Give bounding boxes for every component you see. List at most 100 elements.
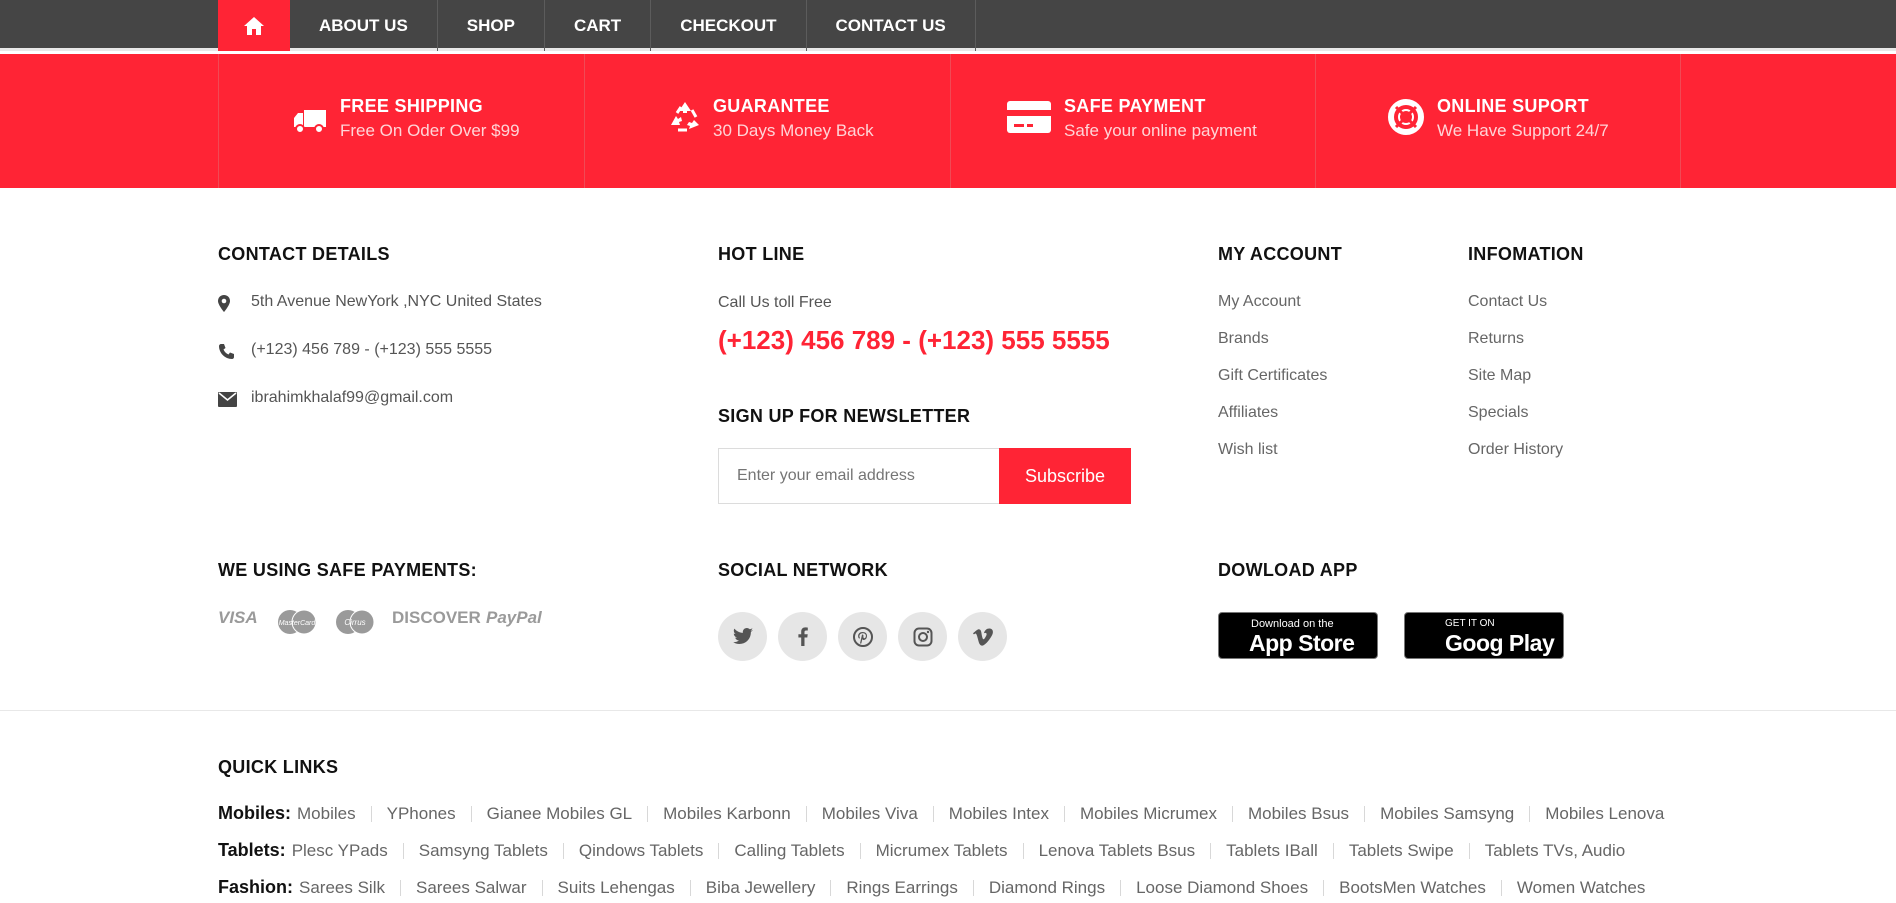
cirrus-logo: Cirrus	[334, 609, 376, 640]
quick-links-tablets: Tablets: Plesc YPads Samsyng Tablets Qin…	[218, 840, 1640, 861]
link-contact-us[interactable]: Contact Us	[1468, 293, 1547, 311]
top-navigation: ABOUT US SHOP CART CHECKOUT CONTACT US	[0, 0, 1896, 51]
instagram-button[interactable]	[898, 612, 947, 661]
social-title: SOCIAL NETWORK	[718, 560, 888, 580]
quick-link[interactable]: Calling Tablets	[718, 842, 859, 859]
feature-title: GUARANTEE	[713, 96, 830, 116]
feature-guarantee: GUARANTEE 30 Days Money Back	[584, 54, 950, 188]
quick-link[interactable]: Mobiles Viva	[805, 805, 933, 822]
discover-logo: DISCOVER	[392, 608, 481, 627]
contact-email[interactable]: ibrahimkhalaf99@gmail.com	[218, 389, 453, 407]
recycle-icon	[671, 102, 699, 132]
quick-link[interactable]: YPhones	[370, 805, 471, 822]
quick-link[interactable]: Mobiles Intex	[932, 805, 1064, 822]
hotline-number[interactable]: (+123) 456 789 - (+123) 555 5555	[718, 325, 1110, 356]
quick-link[interactable]: Mobiles Karbonn	[647, 805, 806, 822]
quick-links-category: Tablets:	[218, 840, 286, 860]
link-brands[interactable]: Brands	[1218, 330, 1269, 348]
quick-link[interactable]: BootsMen Watches	[1323, 879, 1501, 896]
link-order-history[interactable]: Order History	[1468, 441, 1563, 459]
link-my-account[interactable]: My Account	[1218, 293, 1301, 311]
lifebuoy-icon	[1388, 99, 1424, 135]
quick-link[interactable]: Diamond Rings	[972, 879, 1120, 896]
nav-contact-us[interactable]: CONTACT US	[807, 0, 976, 51]
mastercard-logo: MasterCard	[276, 609, 318, 640]
address-text: 5th Avenue NewYork ,NYC United States	[251, 293, 542, 310]
feature-subtitle: 30 Days Money Back	[713, 121, 874, 140]
quick-link[interactable]: Plesc YPads	[292, 842, 403, 859]
twitter-icon	[732, 628, 753, 644]
feature-title: SAFE PAYMENT	[1064, 96, 1206, 116]
quick-link[interactable]: Lenova Tablets Bsus	[1022, 842, 1211, 859]
main-menu: ABOUT US SHOP CART CHECKOUT CONTACT US	[290, 0, 976, 51]
quick-link[interactable]: Loose Diamond Shoes	[1120, 879, 1323, 896]
map-marker-icon	[218, 295, 230, 312]
nav-about-us[interactable]: ABOUT US	[290, 0, 438, 51]
link-specials[interactable]: Specials	[1468, 404, 1528, 422]
quick-link[interactable]: Suits Lehengas	[541, 879, 690, 896]
app-store-small-text: Download on the	[1251, 618, 1334, 630]
quick-link[interactable]: Samsyng Tablets	[402, 842, 563, 859]
pinterest-button[interactable]	[838, 612, 887, 661]
google-play-big-text: Goog Play	[1445, 630, 1555, 656]
subscribe-button[interactable]: Subscribe	[999, 448, 1131, 504]
facebook-button[interactable]	[778, 612, 827, 661]
pinterest-icon	[852, 626, 873, 647]
quick-link[interactable]: Mobiles Samsyng	[1364, 805, 1529, 822]
google-play-small-text: GET IT ON	[1445, 618, 1495, 629]
link-affiliates[interactable]: Affiliates	[1218, 404, 1278, 422]
nav-shop[interactable]: SHOP	[438, 0, 545, 51]
quick-link[interactable]: Qindows Tablets	[562, 842, 718, 859]
truck-icon	[294, 110, 326, 134]
payments-title: WE USING SAFE PAYMENTS:	[218, 560, 477, 580]
feature-subtitle: Free On Oder Over $99	[340, 121, 520, 140]
quick-link[interactable]: Mobiles Bsus	[1231, 805, 1364, 822]
quick-link[interactable]: Sarees Silk	[299, 879, 400, 896]
section-divider	[0, 710, 1896, 711]
hotline-label: Call Us toll Free	[718, 294, 832, 311]
feature-online-support: ONLINE SUPORT We Have Support 24/7	[1315, 54, 1681, 188]
quick-link[interactable]: Biba Jewellery	[689, 879, 831, 896]
link-gift-certificates[interactable]: Gift Certificates	[1218, 367, 1327, 385]
nav-checkout[interactable]: CHECKOUT	[651, 0, 807, 51]
link-returns[interactable]: Returns	[1468, 330, 1524, 348]
quick-link[interactable]: Micrumex Tablets	[859, 842, 1023, 859]
cirrus-text: Cirrus	[344, 618, 365, 627]
app-title: DOWLOAD APP	[1218, 560, 1358, 580]
quick-link[interactable]: Rings Earrings	[830, 879, 973, 896]
contact-address: 5th Avenue NewYork ,NYC United States	[218, 293, 542, 312]
twitter-button[interactable]	[718, 612, 767, 661]
google-play-badge[interactable]: GET IT ON Goog Play	[1404, 612, 1564, 659]
instagram-icon	[913, 627, 932, 646]
paypal-logo: PayPal	[486, 608, 542, 627]
quick-link[interactable]: Tablets TVs, Audio	[1468, 842, 1641, 859]
nav-cart[interactable]: CART	[545, 0, 652, 51]
newsletter-email-input[interactable]	[718, 448, 1000, 504]
quick-links-category: Fashion:	[218, 877, 293, 897]
quick-link[interactable]: Tablets Swipe	[1332, 842, 1469, 859]
app-store-badge[interactable]: Download on the App Store	[1218, 612, 1378, 659]
feature-free-shipping: FREE SHIPPING Free On Oder Over $99	[218, 54, 584, 188]
quick-link[interactable]: Gianee Mobiles GL	[470, 805, 648, 822]
email-text: ibrahimkhalaf99@gmail.com	[251, 389, 454, 406]
features-bar: FREE SHIPPING Free On Oder Over $99 GUAR…	[0, 54, 1896, 188]
quick-links-category: Mobiles:	[218, 803, 292, 823]
link-wish-list[interactable]: Wish list	[1218, 441, 1278, 459]
visa-logo: VISA	[218, 608, 258, 627]
phone-icon	[219, 344, 234, 359]
quick-links-title: QUICK LINKS	[218, 757, 339, 777]
vimeo-icon	[972, 627, 993, 646]
quick-link[interactable]: Mobiles Lenova	[1529, 805, 1679, 822]
quick-link[interactable]: Mobiles Micrumex	[1063, 805, 1232, 822]
quick-link[interactable]: Sarees Salwar	[399, 879, 542, 896]
feature-subtitle: We Have Support 24/7	[1437, 121, 1609, 140]
home-button[interactable]	[218, 0, 290, 51]
credit-card-icon	[1007, 101, 1051, 133]
contact-details-title: CONTACT DETAILS	[218, 244, 390, 264]
quick-link[interactable]: Women Watches	[1500, 879, 1661, 896]
quick-links-mobiles: Mobiles: Mobiles YPhones Gianee Mobiles …	[218, 803, 1679, 824]
quick-link[interactable]: Tablets IBall	[1210, 842, 1333, 859]
vimeo-button[interactable]	[958, 612, 1007, 661]
quick-link[interactable]: Mobiles	[297, 805, 371, 822]
link-site-map[interactable]: Site Map	[1468, 367, 1531, 385]
